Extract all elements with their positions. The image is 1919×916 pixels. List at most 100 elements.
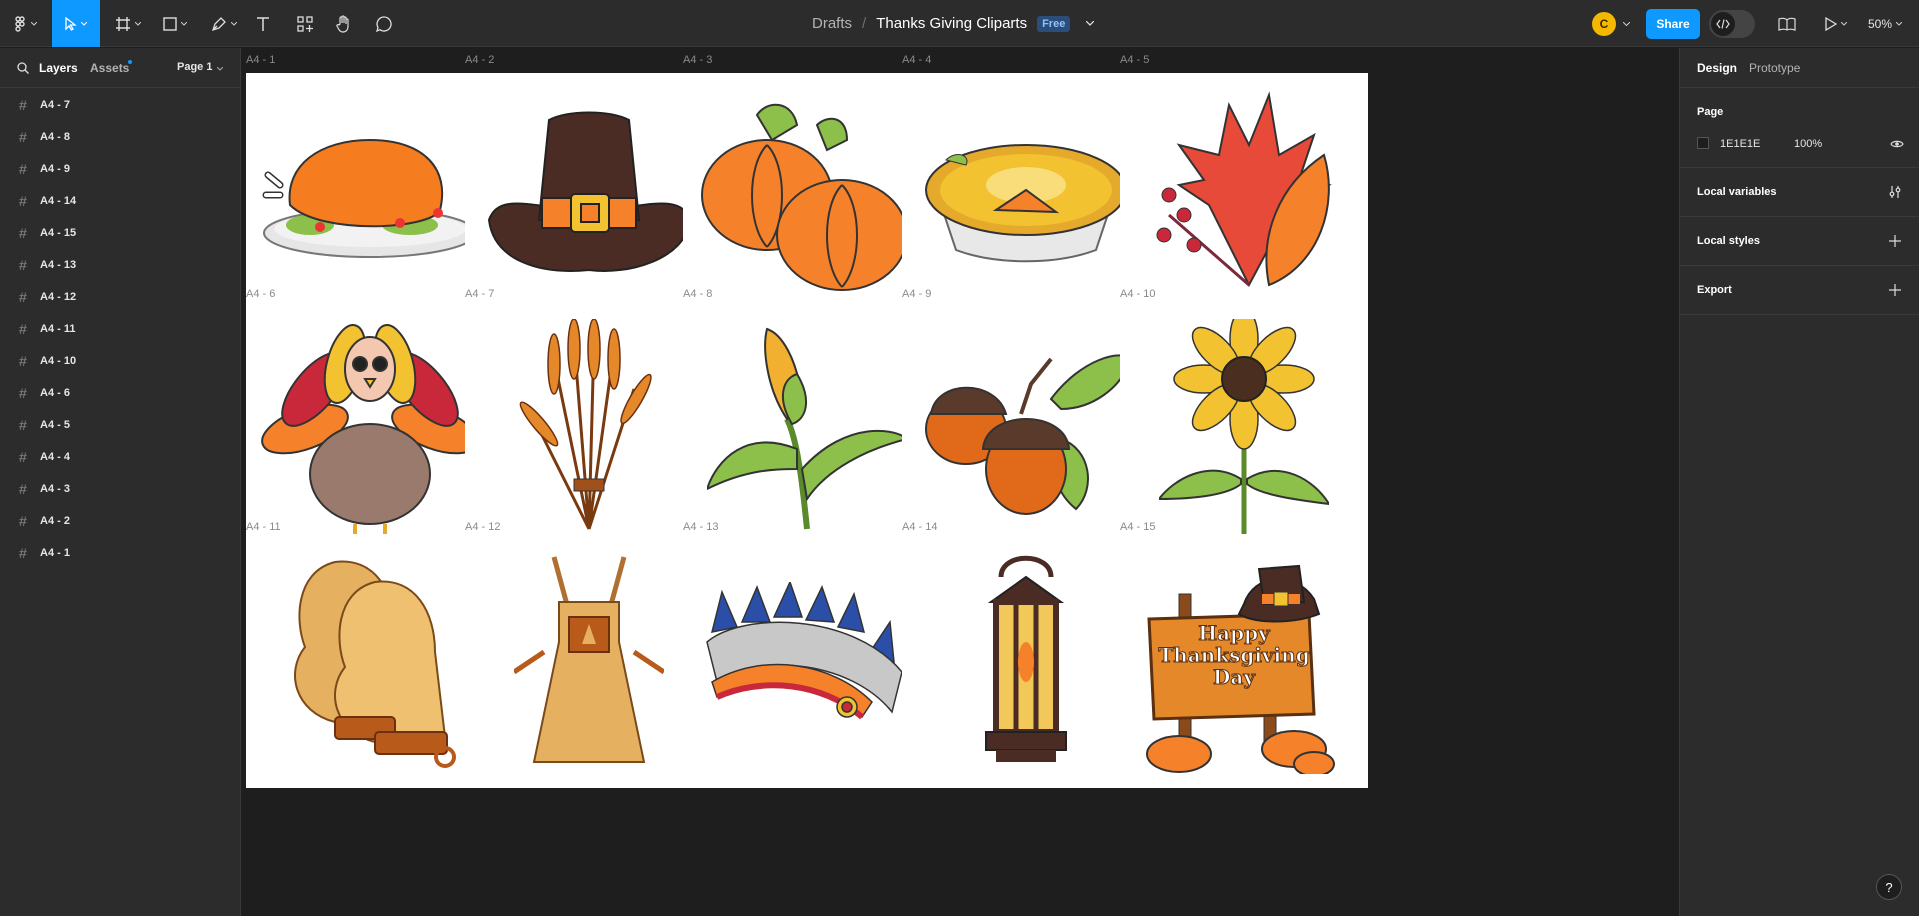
frame-label[interactable]: A4 - 3 xyxy=(683,54,712,66)
frame-label[interactable]: A4 - 2 xyxy=(465,54,494,66)
file-title[interactable]: Thanks Giving Cliparts xyxy=(876,15,1027,32)
layer-item[interactable]: # A4 - 7 xyxy=(0,89,240,121)
frame-label[interactable]: A4 - 9 xyxy=(902,288,931,300)
frame-label[interactable]: A4 - 11 xyxy=(246,521,281,533)
breadcrumb-drafts-link[interactable]: Drafts xyxy=(812,15,852,32)
local-variables-button[interactable] xyxy=(1885,182,1905,202)
frame-cartoon-turkey[interactable] xyxy=(246,307,494,555)
tab-assets[interactable]: Assets xyxy=(90,61,129,75)
layer-item[interactable]: # A4 - 14 xyxy=(0,185,240,217)
background-opacity[interactable]: 100% xyxy=(1794,138,1822,150)
pen-tool-button[interactable] xyxy=(206,0,242,47)
frame-wheat-bundle[interactable] xyxy=(465,307,713,555)
right-panel-tabs: Design Prototype xyxy=(1680,48,1919,88)
layer-item[interactable]: # A4 - 1 xyxy=(0,537,240,569)
layer-item[interactable]: # A4 - 6 xyxy=(0,377,240,409)
frame-acorns[interactable] xyxy=(902,307,1150,555)
layer-item[interactable]: # A4 - 9 xyxy=(0,153,240,185)
layer-list: # A4 - 7 # A4 - 8 # A4 - 9 # A4 - 14 # A4 - 15 # A4… xyxy=(0,88,240,569)
background-color-swatch[interactable] xyxy=(1697,137,1709,149)
frame-sunflower[interactable] xyxy=(1120,307,1368,555)
frame-headdress[interactable] xyxy=(683,540,931,788)
comment-tool-button[interactable] xyxy=(373,0,395,47)
frame-label[interactable]: A4 - 14 xyxy=(902,521,937,533)
frame-tool-button[interactable] xyxy=(110,0,146,47)
layer-item[interactable]: # A4 - 15 xyxy=(0,217,240,249)
frame-label[interactable]: A4 - 8 xyxy=(683,288,712,300)
background-color-hex[interactable]: 1E1E1E xyxy=(1720,138,1760,150)
resources-button[interactable] xyxy=(295,0,315,47)
frame-label[interactable]: A4 - 10 xyxy=(1120,288,1155,300)
frame-hash-icon: # xyxy=(19,481,27,497)
frame-pilgrim-hat[interactable] xyxy=(465,73,713,321)
page-heading: Page xyxy=(1697,106,1724,118)
share-button[interactable]: Share xyxy=(1646,9,1700,39)
help-button[interactable]: ? xyxy=(1876,874,1902,900)
layer-label: A4 - 6 xyxy=(40,387,70,399)
layer-item[interactable]: # A4 - 4 xyxy=(0,441,240,473)
canvas[interactable]: A4 - 1 A4 - 2 A4 - 3 A4 - 4 A4 - 5 A4 - 6 A4 -… xyxy=(242,48,1679,916)
frame-apron[interactable] xyxy=(465,540,713,788)
library-button[interactable] xyxy=(1776,0,1798,47)
hand-tool-button[interactable] xyxy=(333,0,355,47)
add-export-button[interactable] xyxy=(1885,280,1905,300)
frame-hash-icon: # xyxy=(19,97,27,113)
frame-hash-icon: # xyxy=(19,513,27,529)
left-panel-header: Layers Assets Page 1 xyxy=(0,48,240,88)
layer-item[interactable]: # A4 - 2 xyxy=(0,505,240,537)
lantern-illustration xyxy=(971,552,1081,777)
frame-hash-icon xyxy=(116,16,130,31)
frame-oven-mitts[interactable] xyxy=(246,540,494,788)
chevron-down-icon xyxy=(135,21,141,26)
layer-item[interactable]: # A4 - 3 xyxy=(0,473,240,505)
frame-label[interactable]: A4 - 6 xyxy=(246,288,275,300)
layer-item[interactable]: # A4 - 12 xyxy=(0,281,240,313)
local-variables-section: Local variables xyxy=(1680,168,1919,217)
layer-item[interactable]: # A4 - 10 xyxy=(0,345,240,377)
layer-item[interactable]: # A4 - 8 xyxy=(0,121,240,153)
frame-roast-turkey[interactable] xyxy=(246,73,494,321)
tab-layers[interactable]: Layers xyxy=(39,61,78,75)
page-selector[interactable]: Page 1 xyxy=(177,61,212,73)
present-button[interactable] xyxy=(1822,0,1850,47)
frame-label[interactable]: A4 - 15 xyxy=(1120,521,1155,533)
assets-notification-dot xyxy=(128,60,132,64)
frame-label[interactable]: A4 - 4 xyxy=(902,54,931,66)
frame-label[interactable]: A4 - 7 xyxy=(465,288,494,300)
tab-design[interactable]: Design xyxy=(1697,61,1737,75)
eye-visibility-icon[interactable] xyxy=(1890,139,1904,149)
frame-thanksgiving-sign[interactable]: Happy Thanksgiving Day xyxy=(1120,540,1368,788)
text-tool-button[interactable] xyxy=(252,0,274,47)
frame-pumpkins[interactable] xyxy=(683,73,931,321)
play-icon xyxy=(1825,16,1837,31)
frame-label[interactable]: A4 - 13 xyxy=(683,521,718,533)
frame-pumpkin-pie[interactable] xyxy=(902,73,1150,321)
chevron-down-icon xyxy=(81,21,87,26)
dev-mode-toggle[interactable] xyxy=(1709,10,1755,38)
layer-item[interactable]: # A4 - 11 xyxy=(0,313,240,345)
frame-corn[interactable] xyxy=(683,307,931,555)
frame-label[interactable]: A4 - 5 xyxy=(1120,54,1149,66)
local-styles-section: Local styles xyxy=(1680,217,1919,266)
export-label: Export xyxy=(1697,284,1732,296)
chevron-down-icon[interactable] xyxy=(217,67,223,71)
add-local-style-button[interactable] xyxy=(1885,231,1905,251)
local-styles-label: Local styles xyxy=(1697,235,1760,247)
layer-label: A4 - 10 xyxy=(40,355,77,367)
frame-label[interactable]: A4 - 1 xyxy=(246,54,275,66)
frame-autumn-leaves[interactable] xyxy=(1120,73,1368,321)
zoom-control[interactable]: 50% xyxy=(1868,0,1903,47)
shape-tool-button[interactable] xyxy=(158,0,192,47)
search-icon[interactable] xyxy=(17,62,29,74)
main-menu-button[interactable] xyxy=(10,0,42,47)
chevron-down-icon[interactable] xyxy=(1623,22,1630,26)
user-avatar[interactable]: C xyxy=(1592,12,1616,36)
tab-prototype[interactable]: Prototype xyxy=(1749,61,1800,75)
file-menu-chevron-icon[interactable] xyxy=(1086,21,1095,26)
move-tool-button[interactable] xyxy=(52,0,100,47)
frame-lantern[interactable] xyxy=(902,540,1150,788)
layer-item[interactable]: # A4 - 13 xyxy=(0,249,240,281)
layer-item[interactable]: # A4 - 5 xyxy=(0,409,240,441)
layer-label: A4 - 3 xyxy=(40,483,70,495)
frame-label[interactable]: A4 - 12 xyxy=(465,521,500,533)
